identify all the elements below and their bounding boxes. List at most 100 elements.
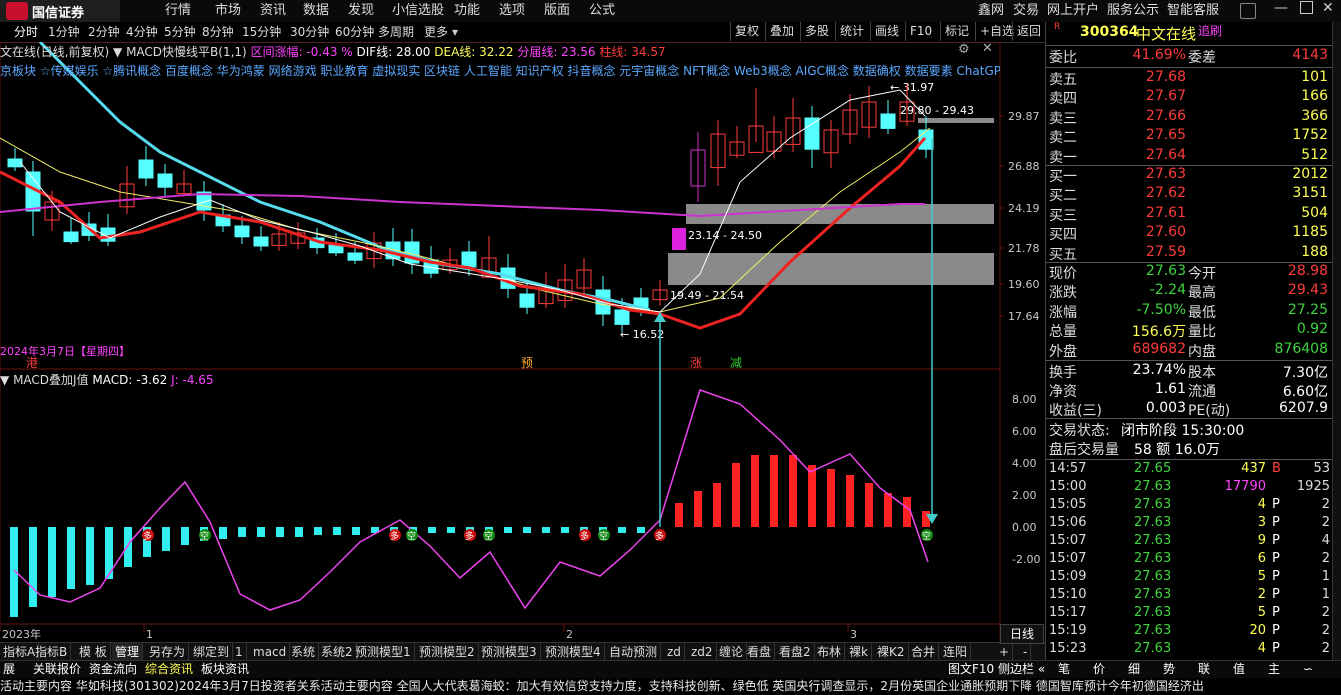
ask-row[interactable]: 卖四 27.67 166 (1046, 88, 1332, 107)
timeframe-5[interactable]: 8分钟 (202, 22, 234, 42)
menu-9[interactable]: 公式 (589, 0, 615, 22)
bottom-right-tab-5[interactable]: 势 (1160, 661, 1178, 678)
bottom-tab-4[interactable]: 板块资讯 (198, 661, 252, 678)
indicator-tab-26[interactable]: - (1020, 643, 1032, 661)
indicator-tab-21[interactable]: 裸k (846, 643, 872, 661)
settings-icon[interactable] (1240, 3, 1256, 19)
timeframe-4[interactable]: 5分钟 (164, 22, 196, 42)
signal-marker[interactable]: 多 (579, 529, 591, 542)
timeframe-8[interactable]: 60分钟 (335, 22, 374, 42)
bottom-tab-1[interactable]: 关联报价 (30, 661, 84, 678)
indicator-tab-13[interactable]: 预测模型4 (542, 643, 605, 661)
bottom-right-tab-8[interactable]: 主 (1265, 661, 1283, 678)
settings-gear-icon[interactable]: ⚙ (958, 42, 970, 57)
more-arrow-icon[interactable]: ▾ (452, 22, 458, 42)
bottom-right-tab-1[interactable]: 侧边栏 « (995, 661, 1048, 678)
indicator-tab-25[interactable]: + (996, 643, 1014, 661)
indicator-tab-12[interactable]: 预测模型3 (478, 643, 541, 661)
menu-3[interactable]: 数据 (303, 0, 329, 22)
ask-row[interactable]: 卖三 27.66 366 (1046, 108, 1332, 127)
bottom-right-tab-2[interactable]: 笔 (1055, 661, 1073, 678)
toolbar-2[interactable]: 多股 (800, 22, 833, 41)
menu-right-3[interactable]: 服务公示 (1107, 0, 1159, 22)
indicator-tab-17[interactable]: 缠论 (716, 643, 748, 661)
ask-row[interactable]: 卖一 27.64 512 (1046, 147, 1332, 166)
menu-4[interactable]: 发现 (348, 0, 374, 22)
bid-row[interactable]: 买五 27.59 188 (1046, 244, 1332, 263)
bid-row[interactable]: 买三 27.61 504 (1046, 205, 1332, 224)
concept-tags[interactable]: 京板块 ☆传媒娱乐 ☆腾讯概念 百度概念 华为鸿蒙 网络游戏 职业教育 虚拟现实… (0, 62, 1000, 78)
toolbar-3[interactable]: 统计 (835, 22, 868, 41)
close-panel-icon[interactable]: ✕ (982, 41, 993, 56)
timeframe-1[interactable]: 1分钟 (48, 22, 80, 42)
signal-marker[interactable]: 多 (389, 529, 401, 542)
timeframe-6[interactable]: 15分钟 (242, 22, 281, 42)
macd-indicator-label[interactable]: MACD快慢线平B(1,1) (126, 45, 247, 59)
bottom-right-tab-4[interactable]: 细 (1125, 661, 1143, 678)
bottom-tab-2[interactable]: 资金流向 (86, 661, 140, 678)
period-axis-label[interactable]: 日线 (1000, 624, 1044, 644)
indicator-tab-23[interactable]: 合并 (908, 643, 940, 661)
indicator-tab-11[interactable]: 预测模型2 (416, 643, 479, 661)
timeframe-0[interactable]: 分时 (14, 22, 38, 42)
indicator-tab-19[interactable]: 看盘2 (776, 643, 815, 661)
menu-right-4[interactable]: 智能客服 (1167, 0, 1219, 22)
toolbar-5[interactable]: F10 (905, 22, 936, 41)
sub-indicator-name[interactable]: MACD叠加J值 (13, 373, 89, 387)
news-ticker[interactable]: 活动主要内容 华如科技(301302)2024年3月7日投资者关系活动主要内容 … (0, 678, 1341, 695)
indicator-tab-5[interactable]: 绑定到 (190, 643, 234, 661)
minimize-icon[interactable]: — (1274, 0, 1288, 16)
dropdown-icon[interactable]: ▼ (113, 45, 122, 59)
toolbar-4[interactable]: 画线 (870, 22, 903, 41)
kline-chart[interactable]: 29.87 26.88 24.19 21.78 19.60 17.64 8.00 6.00 4.… (0, 42, 1045, 642)
toolbar-1[interactable]: 叠加 (765, 22, 798, 41)
indicator-tab-16[interactable]: zd2 (688, 643, 717, 661)
indicator-tab-20[interactable]: 布林 (814, 643, 846, 661)
bottom-right-tab-3[interactable]: 价 (1090, 661, 1108, 678)
bottom-tab-3[interactable]: 综合资讯 (142, 661, 196, 678)
menu-6[interactable]: 功能 (454, 0, 480, 22)
timeframe-7[interactable]: 30分钟 (290, 22, 329, 42)
menu-right-1[interactable]: 交易 (1013, 0, 1039, 22)
menu-0[interactable]: 行情 (165, 0, 191, 22)
maximize-icon[interactable] (1300, 1, 1313, 14)
indicator-tab-15[interactable]: zd (664, 643, 685, 661)
indicator-tab-22[interactable]: 裸K2 (874, 643, 909, 661)
signal-marker[interactable]: 多 (142, 529, 154, 542)
bottom-right-tab-9[interactable]: ∽ (1300, 661, 1316, 678)
toolbar-0[interactable]: 复权 (730, 22, 763, 41)
bid-row[interactable]: 买四 27.60 1185 (1046, 224, 1332, 243)
indicator-tab-18[interactable]: 看盘 (744, 643, 776, 661)
indicator-tab-7[interactable]: macd (250, 643, 291, 661)
menu-7[interactable]: 选项 (499, 0, 525, 22)
indicator-tab-2[interactable]: 模 板 (76, 643, 111, 661)
signal-marker[interactable]: 空 (483, 529, 495, 542)
menu-right-0[interactable]: 鑫网 (978, 0, 1004, 22)
dropdown-icon[interactable]: ▼ (0, 373, 9, 387)
timeframe-9[interactable]: 多周期 (378, 22, 414, 42)
signal-marker[interactable]: 空 (598, 529, 610, 542)
indicator-tab-6[interactable]: 1 (232, 643, 247, 661)
menu-2[interactable]: 资讯 (260, 0, 286, 22)
stock-badge[interactable]: 追刷 (1198, 22, 1222, 39)
bottom-right-tab-7[interactable]: 值 (1230, 661, 1248, 678)
menu-8[interactable]: 版面 (544, 0, 570, 22)
indicator-tab-9[interactable]: 系统2 (318, 643, 357, 661)
signal-marker[interactable]: 多 (464, 529, 476, 542)
timeframe-2[interactable]: 2分钟 (88, 22, 120, 42)
signal-marker[interactable]: 空 (921, 529, 933, 542)
signal-marker[interactable]: 空 (406, 529, 418, 542)
ask-row[interactable]: 卖二 27.65 1752 (1046, 127, 1332, 146)
bid-row[interactable]: 买二 27.62 3151 (1046, 185, 1332, 204)
signal-marker[interactable]: 空 (199, 529, 211, 542)
indicator-tab-10[interactable]: 预测模型1 (352, 643, 415, 661)
menu-1[interactable]: 市场 (215, 0, 241, 22)
ask-row[interactable]: 卖五 27.68 101 (1046, 69, 1332, 88)
indicator-tab-8[interactable]: 系统 (288, 643, 320, 661)
timeframe-3[interactable]: 4分钟 (126, 22, 158, 42)
bottom-right-tab-6[interactable]: 联 (1195, 661, 1213, 678)
indicator-tab-3[interactable]: 管理 (112, 643, 144, 661)
toolbar-8[interactable]: 返回 (1012, 22, 1045, 41)
bottom-tab-0[interactable]: 展 (0, 661, 18, 678)
indicator-tab-1[interactable]: 指标B (32, 643, 72, 661)
